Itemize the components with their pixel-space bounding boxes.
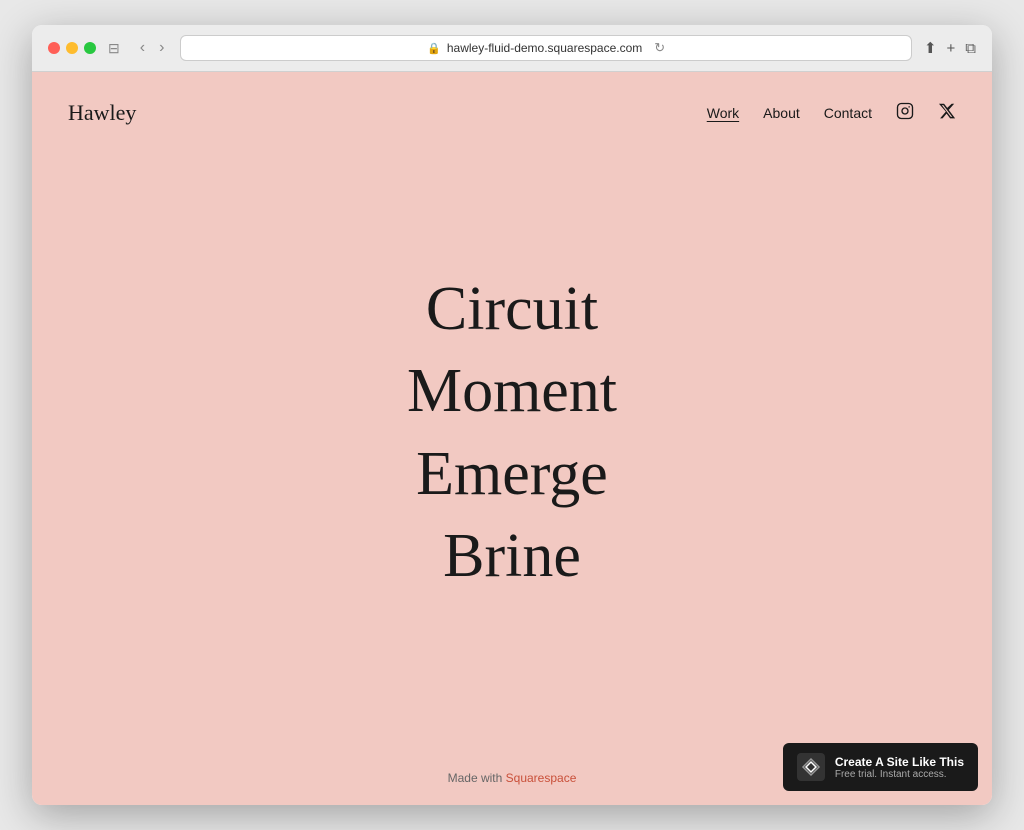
tabs-button[interactable]: ⧉ <box>965 40 976 57</box>
twitter-icon[interactable] <box>938 102 956 125</box>
window-icon: ⊟ <box>108 40 120 57</box>
minimize-button[interactable] <box>66 42 78 54</box>
new-tab-button[interactable]: + <box>947 40 956 57</box>
traffic-lights <box>48 42 96 54</box>
cta-text-group: Create A Site Like This Free trial. Inst… <box>835 755 964 780</box>
cta-subtitle: Free trial. Instant access. <box>835 769 964 780</box>
browser-actions: ⬆ + ⧉ <box>924 39 976 57</box>
project-moment[interactable]: Moment <box>407 354 617 428</box>
browser-window: ⊟ ‹ › 🔒 hawley-fluid-demo.squarespace.co… <box>32 25 992 805</box>
squarespace-link[interactable]: Squarespace <box>506 771 577 785</box>
close-button[interactable] <box>48 42 60 54</box>
share-button[interactable]: ⬆ <box>924 39 937 57</box>
url-text: hawley-fluid-demo.squarespace.com <box>447 41 642 55</box>
project-circuit[interactable]: Circuit <box>426 272 598 346</box>
reload-icon: ↻ <box>654 40 665 56</box>
site-logo[interactable]: Hawley <box>68 100 136 126</box>
forward-button[interactable]: › <box>155 38 168 58</box>
nav-buttons: ‹ › <box>136 38 169 58</box>
site-nav: Work About Contact <box>707 102 956 125</box>
project-emerge[interactable]: Emerge <box>416 437 608 511</box>
squarespace-cta-icon <box>797 753 825 781</box>
browser-chrome: ⊟ ‹ › 🔒 hawley-fluid-demo.squarespace.co… <box>32 25 992 72</box>
cta-title: Create A Site Like This <box>835 755 964 769</box>
website-content: Hawley Work About Contact <box>32 72 992 805</box>
project-list: Circuit Moment Emerge Brine <box>407 272 617 594</box>
instagram-icon[interactable] <box>896 102 914 125</box>
project-brine[interactable]: Brine <box>443 519 581 593</box>
nav-work[interactable]: Work <box>707 105 739 121</box>
maximize-button[interactable] <box>84 42 96 54</box>
nav-contact[interactable]: Contact <box>824 105 872 121</box>
footer-text: Made with <box>448 771 506 785</box>
site-header: Hawley Work About Contact <box>32 72 992 154</box>
nav-about[interactable]: About <box>763 105 800 121</box>
site-main: Circuit Moment Emerge Brine <box>32 154 992 751</box>
back-button[interactable]: ‹ <box>136 38 149 58</box>
address-bar[interactable]: 🔒 hawley-fluid-demo.squarespace.com ↻ <box>180 35 912 61</box>
lock-icon: 🔒 <box>427 42 441 55</box>
cta-banner[interactable]: Create A Site Like This Free trial. Inst… <box>783 743 978 791</box>
